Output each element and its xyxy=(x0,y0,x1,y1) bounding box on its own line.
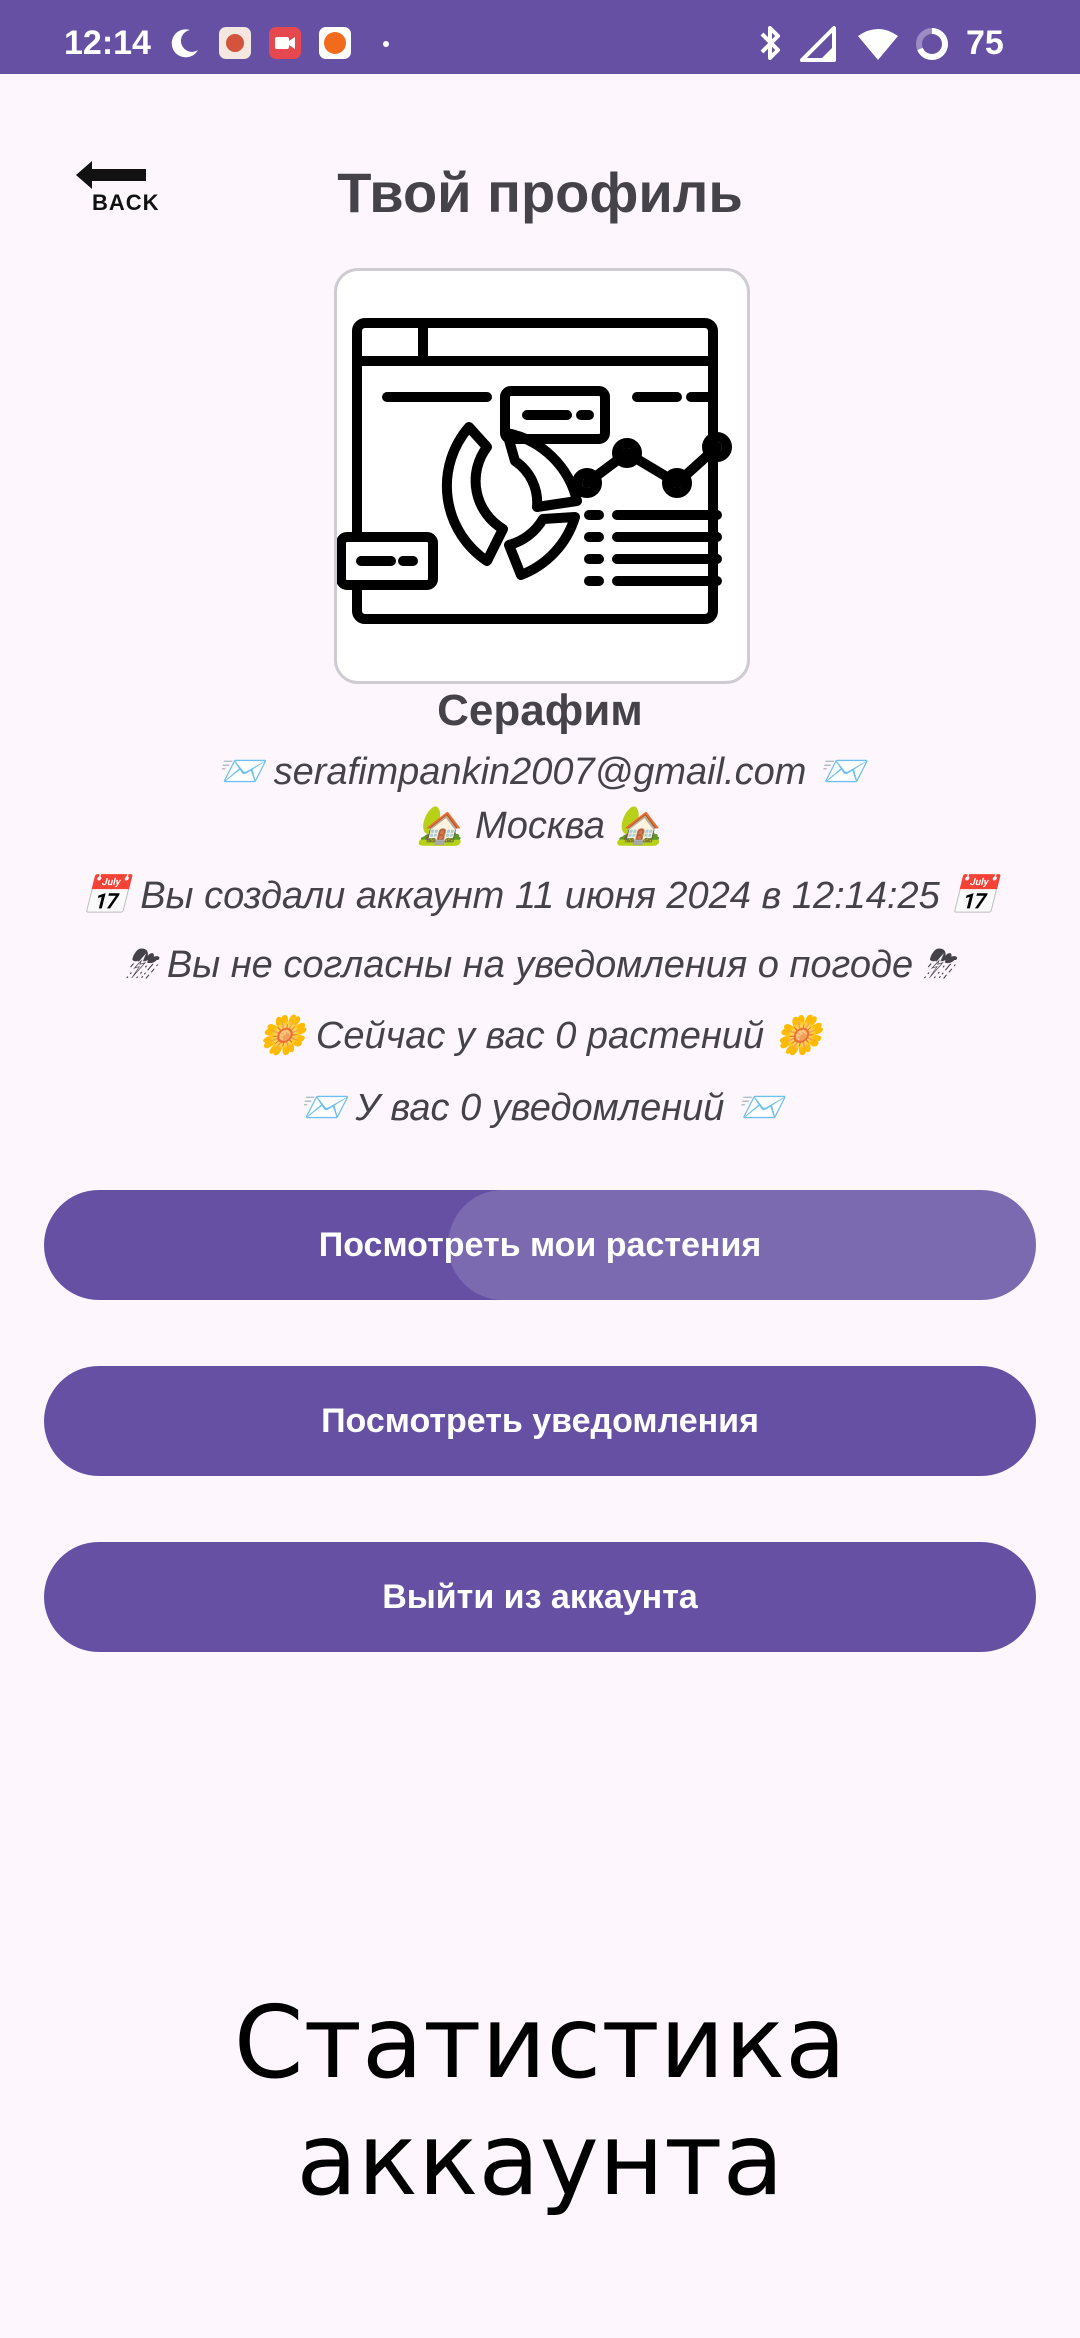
app-icon xyxy=(219,27,251,59)
status-bar: 12:14 75 xyxy=(0,0,1080,74)
battery-ring-icon xyxy=(916,28,948,60)
moon-icon xyxy=(171,29,198,58)
view-notifications-button[interactable]: Посмотреть уведомления xyxy=(44,1366,1036,1476)
logout-button[interactable]: Выйти из аккаунта xyxy=(44,1542,1036,1652)
logout-label: Выйти из аккаунта xyxy=(382,1577,698,1616)
dot-icon xyxy=(383,41,389,47)
page-title: Твой профиль xyxy=(337,161,743,224)
notifications-count-line: 📨 У вас 0 уведомлений 📨 xyxy=(297,1087,783,1129)
signal-icon xyxy=(800,26,836,62)
account-created-line: 📅 Вы создали аккаунт 11 июня 2024 в 12:1… xyxy=(82,875,998,917)
email-line: 📨 serafimpankin2007@gmail.com 📨 xyxy=(215,751,865,793)
plants-count-line: 🌼 Сейчас у вас 0 растений 🌼 xyxy=(258,1015,822,1057)
battery-level: 75 xyxy=(966,24,1004,62)
wifi-icon xyxy=(858,29,898,60)
view-plants-button[interactable]: Посмотреть мои растения xyxy=(44,1190,1036,1300)
app-icon xyxy=(319,27,351,59)
bluetooth-icon xyxy=(760,26,780,60)
status-time: 12:14 xyxy=(64,24,151,62)
city-line: 🏡 Москва 🏡 xyxy=(417,805,663,847)
stats-title: Статистика аккаунта xyxy=(233,1984,847,2218)
view-plants-label: Посмотреть мои растения xyxy=(318,1225,762,1264)
video-icon xyxy=(269,27,301,59)
weather-consent-line: ⛈ Вы не согласны на уведомления о погоде… xyxy=(125,944,955,986)
user-name: Серафим xyxy=(437,686,643,735)
dashboard-analytics-icon xyxy=(337,318,732,624)
avatar xyxy=(334,268,750,684)
view-notifications-label: Посмотреть уведомления xyxy=(321,1401,759,1440)
